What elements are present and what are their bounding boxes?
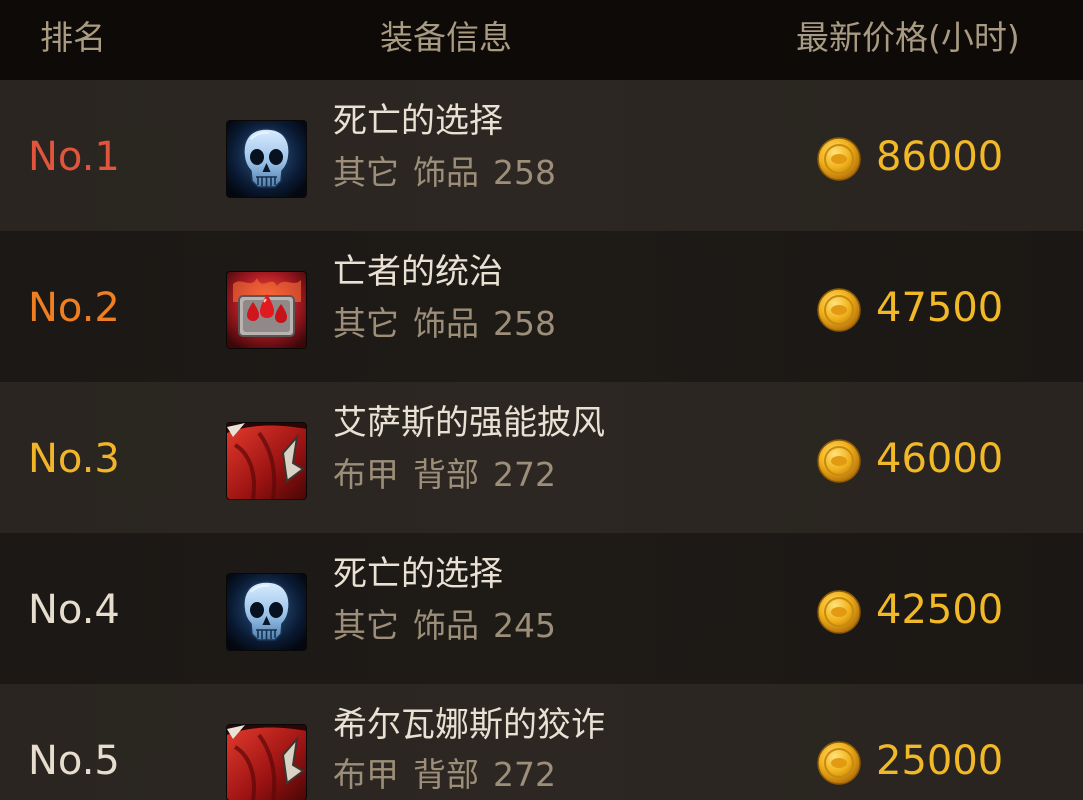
item-name[interactable]: 亡者的统治	[333, 251, 503, 293]
item-meta: 其它 饰品 258	[333, 152, 556, 194]
item-price: 46000	[876, 436, 1004, 482]
item-slot: 背部	[413, 455, 479, 494]
item-level: 258	[493, 304, 556, 343]
item-type: 布甲	[333, 755, 399, 794]
item-type: 布甲	[333, 455, 399, 494]
gold-coin-icon	[817, 741, 861, 785]
item-meta: 其它 饰品 258	[333, 303, 556, 345]
item-name[interactable]: 艾萨斯的强能披风	[333, 402, 605, 444]
column-header-rank: 排名	[40, 18, 106, 57]
rank-label: No.1	[28, 134, 120, 180]
item-slot: 饰品	[413, 153, 479, 192]
item-name[interactable]: 希尔瓦娜斯的狡诈	[333, 704, 605, 746]
red-cloak-icon[interactable]	[227, 423, 306, 499]
item-price: 42500	[876, 587, 1004, 633]
item-level: 245	[493, 606, 556, 645]
ranking-row[interactable]: No.4 死亡的选择 其它 饰品 245 42500	[0, 533, 1083, 684]
rank-label: No.3	[28, 436, 120, 482]
item-slot: 饰品	[413, 606, 479, 645]
rank-label: No.2	[28, 285, 120, 331]
item-meta: 布甲 背部 272	[333, 454, 556, 496]
ranking-row[interactable]: No.3 艾萨斯的强能披风 布甲 背部 272 46000	[0, 382, 1083, 533]
table-header: 排名 装备信息 最新价格(小时)	[0, 0, 1083, 80]
skull-icon[interactable]	[227, 574, 306, 650]
rank-label: No.5	[28, 738, 120, 784]
column-header-item-info: 装备信息	[380, 18, 512, 57]
gold-coin-icon	[817, 288, 861, 332]
item-level: 272	[493, 455, 556, 494]
ranking-row[interactable]: No.2 亡者的统治 其它 饰品 258 47500	[0, 231, 1083, 382]
item-name[interactable]: 死亡的选择	[333, 100, 503, 142]
item-type: 其它	[333, 606, 399, 645]
item-slot: 背部	[413, 755, 479, 794]
item-level: 258	[493, 153, 556, 192]
red-cloak-icon[interactable]	[227, 725, 306, 800]
gold-coin-icon	[817, 137, 861, 181]
gold-coin-icon	[817, 439, 861, 483]
red-gem-icon[interactable]	[227, 272, 306, 348]
item-price: 47500	[876, 285, 1004, 331]
rank-label: No.4	[28, 587, 120, 633]
item-price: 25000	[876, 738, 1004, 784]
item-meta: 布甲 背部 272	[333, 754, 556, 796]
item-name[interactable]: 死亡的选择	[333, 553, 503, 595]
ranking-row[interactable]: No.1 死亡的选择 其它 饰品 258 86000	[0, 80, 1083, 231]
ranking-row[interactable]: No.5 希尔瓦娜斯的狡诈 布甲 背部 272 25000	[0, 684, 1083, 800]
column-header-latest-price: 最新价格(小时)	[796, 18, 1020, 57]
item-meta: 其它 饰品 245	[333, 605, 556, 647]
gold-coin-icon	[817, 590, 861, 634]
item-type: 其它	[333, 304, 399, 343]
skull-icon[interactable]	[227, 121, 306, 197]
item-slot: 饰品	[413, 304, 479, 343]
item-type: 其它	[333, 153, 399, 192]
item-level: 272	[493, 755, 556, 794]
item-price: 86000	[876, 134, 1004, 180]
price-ranking-board: 排名 装备信息 最新价格(小时) No.1 死亡的选择 其它 饰品 258 86…	[0, 0, 1083, 800]
